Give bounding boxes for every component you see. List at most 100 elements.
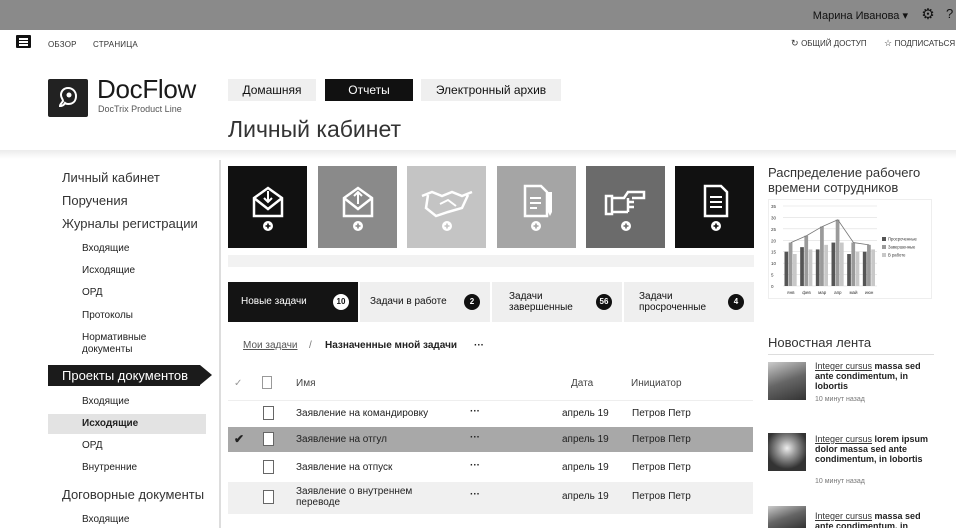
- tile-pointing-hand[interactable]: [586, 166, 665, 248]
- tile-document-edit[interactable]: [497, 166, 576, 248]
- share-icon: ↻: [791, 38, 799, 48]
- news-item[interactable]: Integer cursus massa sed ante condimentu…: [815, 511, 939, 528]
- row-more-icon[interactable]: ···: [470, 489, 480, 500]
- chart-bar: [862, 251, 867, 286]
- follow-button[interactable]: ☆ ПОДПИСАТЬСЯ: [884, 38, 956, 49]
- card-in-progress[interactable]: Задачи в работе 2: [360, 282, 490, 322]
- column-divider: [219, 160, 221, 528]
- nav-drafts-outgoing[interactable]: Исходящие: [82, 418, 138, 429]
- nav-journals-incoming[interactable]: Входящие: [82, 243, 129, 254]
- tab-archive[interactable]: Электронный архив: [421, 79, 561, 101]
- row-date: апрель 19: [562, 434, 609, 445]
- pointing-hand-icon: [604, 190, 645, 231]
- nav-journals-ord[interactable]: ОРД: [82, 287, 103, 298]
- chart-bar: [815, 249, 820, 286]
- news-thumbnail[interactable]: [768, 362, 806, 400]
- document-file-icon: [263, 460, 274, 474]
- nav-journals-normative[interactable]: Нормативные документы: [82, 332, 172, 355]
- user-menu[interactable]: Марина Иванова ▾: [813, 9, 908, 22]
- share-button[interactable]: ↻ ОБЩИЙ ДОСТУП: [791, 38, 867, 49]
- news-link[interactable]: Integer cursus: [815, 434, 872, 444]
- nav-journals-outgoing[interactable]: Исходящие: [82, 265, 135, 276]
- my-tasks-link[interactable]: Мои задачи: [243, 340, 298, 351]
- column-initiator[interactable]: Инициатор: [631, 378, 682, 389]
- x-tick-label: апр: [834, 290, 842, 295]
- chart-bar: [792, 254, 797, 286]
- news-link[interactable]: Integer cursus: [815, 361, 872, 371]
- nav-assignments[interactable]: Поручения: [62, 193, 128, 208]
- page-title: Личный кабинет: [228, 116, 402, 142]
- nav-journals-protocols[interactable]: Протоколы: [82, 310, 133, 321]
- ribbon-tab-page[interactable]: СТРАНИЦА: [93, 40, 138, 49]
- nav-drafts-internal[interactable]: Внутренние: [82, 462, 137, 473]
- row-checkmark-icon[interactable]: ✔: [234, 432, 244, 446]
- news-thumbnail[interactable]: [768, 433, 806, 471]
- chart-bar: [835, 219, 840, 286]
- row-date: апрель 19: [562, 462, 609, 473]
- legend-entry: Завершенные: [888, 245, 916, 250]
- help-icon[interactable]: ?: [946, 6, 956, 21]
- tab-reports[interactable]: Отчеты: [325, 79, 413, 101]
- news-thumbnail[interactable]: [768, 506, 806, 528]
- gear-icon[interactable]: ⚙: [920, 5, 936, 23]
- more-options-icon[interactable]: ···: [474, 340, 484, 351]
- card-completed[interactable]: Задачи завершенные 56: [492, 282, 622, 322]
- column-date[interactable]: Дата: [571, 378, 593, 389]
- chart-bar: [808, 249, 813, 286]
- tile-outgoing-mail[interactable]: [318, 166, 397, 248]
- select-all-checkbox[interactable]: ✓: [234, 378, 242, 389]
- tab-home[interactable]: Домашняя: [228, 79, 316, 101]
- chart-title: Распределение рабочего времени сотрудник…: [768, 165, 921, 195]
- row-more-icon[interactable]: ···: [470, 406, 480, 417]
- x-tick-label: янв: [787, 290, 795, 295]
- menu-icon[interactable]: [16, 35, 31, 48]
- nav-personal-cabinet[interactable]: Личный кабинет: [62, 170, 160, 185]
- card-label: Задачи завершенные: [509, 291, 573, 313]
- row-name[interactable]: Заявление на командировку: [296, 408, 428, 419]
- y-tick-label: 0: [771, 284, 774, 289]
- news-link[interactable]: Integer cursus: [815, 511, 872, 521]
- tile-document[interactable]: [675, 166, 754, 248]
- chart-bar: [855, 251, 860, 286]
- nav-drafts-ord[interactable]: ОРД: [82, 440, 103, 451]
- ribbon-tab-browse[interactable]: ОБЗОР: [48, 40, 77, 49]
- row-name[interactable]: Заявление на отгул: [296, 434, 387, 445]
- table-row-selected[interactable]: ✔ Заявление на отгул ··· апрель 19 Петро…: [228, 427, 753, 452]
- chart-bar: [831, 242, 836, 286]
- table-row[interactable]: Заявление на командировку ··· апрель 19 …: [228, 400, 753, 425]
- tile-incoming-mail[interactable]: [228, 166, 307, 248]
- breadcrumb-separator: /: [309, 340, 312, 351]
- nav-registration-journals[interactable]: Журналы регистрации: [62, 216, 198, 231]
- nav-contract-documents[interactable]: Договорные документы: [62, 487, 204, 502]
- nav-document-drafts[interactable]: Проекты документов: [62, 368, 188, 383]
- news-item[interactable]: Integer cursus massa sed ante condimentu…: [815, 361, 939, 392]
- nav-drafts-incoming[interactable]: Входящие: [82, 396, 129, 407]
- assigned-tasks-tab[interactable]: Назначенные мной задачи: [325, 340, 457, 351]
- share-label: ОБЩИЙ ДОСТУП: [801, 39, 867, 48]
- count-badge: 10: [333, 294, 349, 310]
- row-initiator: Петров Петр: [632, 434, 691, 445]
- x-tick-label: фев: [802, 290, 811, 295]
- legend-swatch: [882, 245, 886, 249]
- table-row[interactable]: Заявление на отпуск ··· апрель 19 Петров…: [228, 455, 753, 480]
- row-more-icon[interactable]: ···: [470, 460, 480, 471]
- card-overdue[interactable]: Задачи просроченные 4: [624, 282, 754, 322]
- tiles-scrollbar[interactable]: [228, 255, 754, 267]
- column-name[interactable]: Имя: [296, 378, 315, 389]
- table-row[interactable]: Заявление о внутреннем переводе ··· апре…: [228, 482, 753, 514]
- chart-svg: 35 30 25 20 15 10 5 0 янв фев мар апр май июн Просроче…: [771, 204, 917, 295]
- news-item[interactable]: Integer cursus lorem ipsum dolor massa s…: [815, 434, 939, 465]
- legend-entry: Просроченные: [888, 237, 917, 242]
- y-tick-label: 25: [771, 227, 777, 232]
- workload-chart[interactable]: 35 30 25 20 15 10 5 0 янв фев мар апр май июн Просроче…: [768, 199, 932, 299]
- row-more-icon[interactable]: ···: [470, 432, 480, 443]
- follow-label: ПОДПИСАТЬСЯ: [894, 39, 956, 48]
- y-tick-label: 20: [771, 238, 777, 243]
- row-name[interactable]: Заявление о внутреннем переводе: [296, 486, 436, 508]
- tile-handshake[interactable]: [407, 166, 486, 248]
- nav-contracts-incoming[interactable]: Входящие: [82, 514, 129, 525]
- outgoing-mail-icon: [342, 186, 373, 231]
- row-name[interactable]: Заявление на отпуск: [296, 462, 392, 473]
- docflow-logo-icon[interactable]: [48, 79, 88, 117]
- card-new-tasks[interactable]: Новые задачи 10: [228, 282, 358, 322]
